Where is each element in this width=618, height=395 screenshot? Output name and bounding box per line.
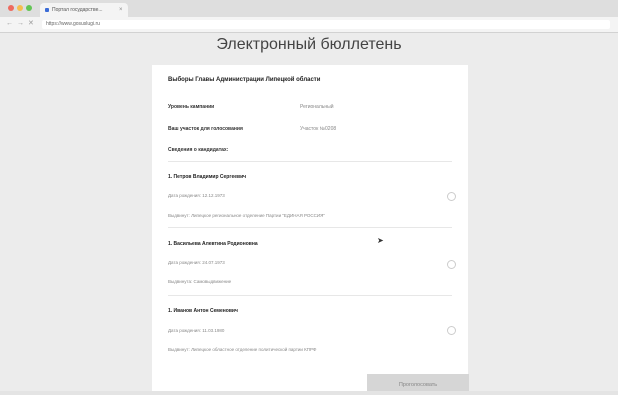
divider — [168, 161, 452, 162]
ballot-card: Выборы Главы Администрации Липецкой обла… — [152, 65, 468, 391]
candidate-radio-button[interactable] — [447, 192, 456, 201]
divider — [168, 295, 452, 296]
candidate-nominated-by: Выдвинут: Липецкое региональное отделени… — [168, 213, 325, 218]
candidate-birthdate: Дата рождения: 12.12.1973 — [168, 193, 225, 198]
tab-title: Портал государстве... — [52, 7, 103, 13]
candidate-radio-button[interactable] — [447, 260, 456, 269]
browser-tab[interactable]: Портал государстве... × — [40, 3, 128, 17]
candidate-birthdate: Дата рождения: 24.07.1973 — [168, 260, 225, 265]
window-close-button[interactable] — [8, 5, 14, 11]
forward-arrow-icon[interactable]: → — [17, 19, 24, 29]
favicon-icon — [45, 8, 49, 12]
campaign-level-label: Уровень кампании — [168, 104, 215, 110]
address-bar: ← → ✕ https://www.gosuslugi.ru — [0, 17, 618, 33]
candidate-nominated-by: Выдвинут: Липецкое областное отделение п… — [168, 347, 317, 352]
candidate-name: 1. Иванов Антон Семенович — [168, 308, 238, 314]
candidate-name: 1. Васильева Алевтина Родионовна — [168, 241, 258, 247]
page-title: Электронный бюллетень — [216, 36, 402, 53]
candidate-nominated-by: Выдвинута: Самовыдвижение — [168, 279, 232, 284]
election-title: Выборы Главы Администрации Липецкой обла… — [168, 77, 321, 83]
candidate-radio-button[interactable] — [447, 326, 456, 335]
precinct-value: Участок №0208 — [300, 126, 337, 132]
campaign-level-value: Региональный — [300, 104, 334, 110]
candidates-header: Сведения о кандидатах: — [168, 147, 229, 153]
window-maximize-button[interactable] — [26, 5, 32, 11]
page-content: Электронный бюллетень Выборы Главы Админ… — [0, 33, 618, 391]
mouse-cursor-icon: ➤ — [377, 236, 384, 245]
vote-submit-button[interactable]: Проголосовать — [367, 374, 469, 391]
window-minimize-button[interactable] — [17, 5, 23, 11]
reload-icon[interactable]: ✕ — [28, 19, 34, 29]
divider — [168, 227, 452, 228]
precinct-label: Ваш участок для голосования — [168, 126, 243, 132]
candidate-birthdate: Дата рождения: 11.03.1980 — [168, 328, 225, 333]
back-arrow-icon[interactable]: ← — [6, 19, 13, 29]
url-input[interactable]: https://www.gosuslugi.ru — [42, 20, 610, 29]
tab-close-icon[interactable]: × — [119, 3, 123, 17]
browser-tab-bar: Портал государстве... × — [0, 0, 618, 17]
candidate-name: 1. Петров Владимир Сергеевич — [168, 174, 247, 180]
